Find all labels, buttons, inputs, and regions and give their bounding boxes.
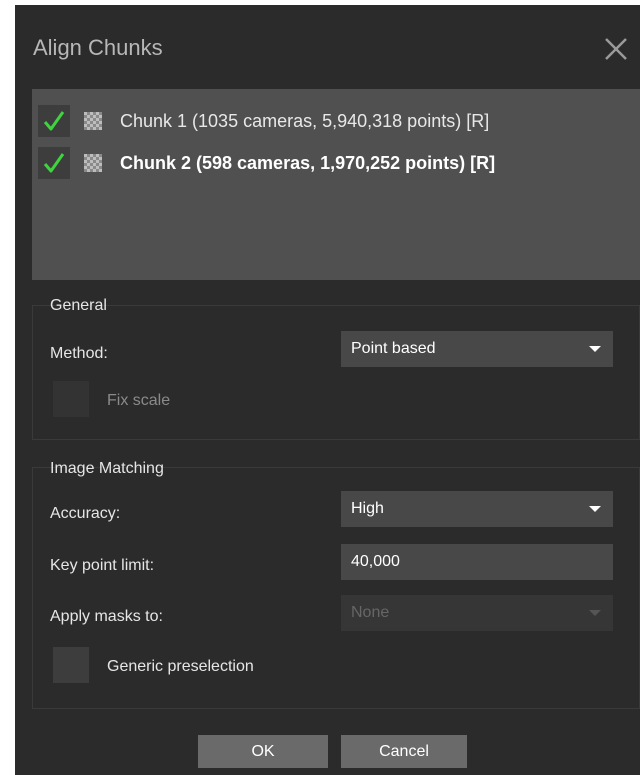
chevron-down-icon: [589, 610, 601, 616]
cancel-button[interactable]: Cancel: [341, 735, 467, 768]
method-dropdown[interactable]: Point based: [341, 331, 613, 367]
checkmark-icon: [43, 153, 65, 173]
chunk-label: Chunk 2 (598 cameras, 1,970,252 points) …: [120, 152, 496, 173]
key-point-limit-input[interactable]: [341, 544, 613, 580]
chunk-grid-icon: [84, 112, 102, 130]
chevron-down-icon: [589, 346, 601, 352]
general-group: [32, 305, 640, 440]
apply-masks-value: None: [351, 604, 390, 621]
dialog-title: Align Chunks: [33, 35, 163, 60]
chunk-checkbox[interactable]: [38, 105, 70, 137]
title-bar: Align Chunks: [15, 5, 640, 87]
chunk-label: Chunk 1 (1035 cameras, 5,940,318 points)…: [120, 110, 490, 131]
accuracy-label: Accuracy:: [50, 505, 121, 522]
apply-masks-label: Apply masks to:: [50, 608, 163, 625]
method-value: Point based: [351, 340, 436, 357]
method-label: Method:: [50, 345, 108, 362]
list-item[interactable]: Chunk 1 (1035 cameras, 5,940,318 points)…: [38, 101, 638, 141]
accuracy-value: High: [351, 500, 384, 517]
chevron-down-icon: [589, 506, 601, 512]
fix-scale-label: Fix scale: [107, 392, 171, 409]
apply-masks-dropdown[interactable]: None: [341, 595, 613, 631]
key-point-limit-label: Key point limit:: [50, 557, 155, 574]
generic-preselection-checkbox[interactable]: [53, 647, 89, 683]
accuracy-dropdown[interactable]: High: [341, 491, 613, 527]
fix-scale-checkbox[interactable]: [53, 381, 89, 417]
chunk-grid-icon: [84, 154, 102, 172]
image-matching-group-title: Image Matching: [50, 460, 164, 477]
align-chunks-dialog: Align Chunks Chunk 1 (1035 cameras, 5,94…: [15, 5, 640, 775]
list-item[interactable]: Chunk 2 (598 cameras, 1,970,252 points) …: [38, 143, 638, 183]
checkmark-icon: [43, 111, 65, 131]
generic-preselection-label: Generic preselection: [107, 658, 254, 675]
chunk-checkbox[interactable]: [38, 147, 70, 179]
ok-button[interactable]: OK: [198, 735, 328, 768]
general-group-title: General: [50, 297, 107, 314]
chunk-list[interactable]: Chunk 1 (1035 cameras, 5,940,318 points)…: [32, 89, 640, 280]
close-icon[interactable]: [603, 36, 629, 62]
